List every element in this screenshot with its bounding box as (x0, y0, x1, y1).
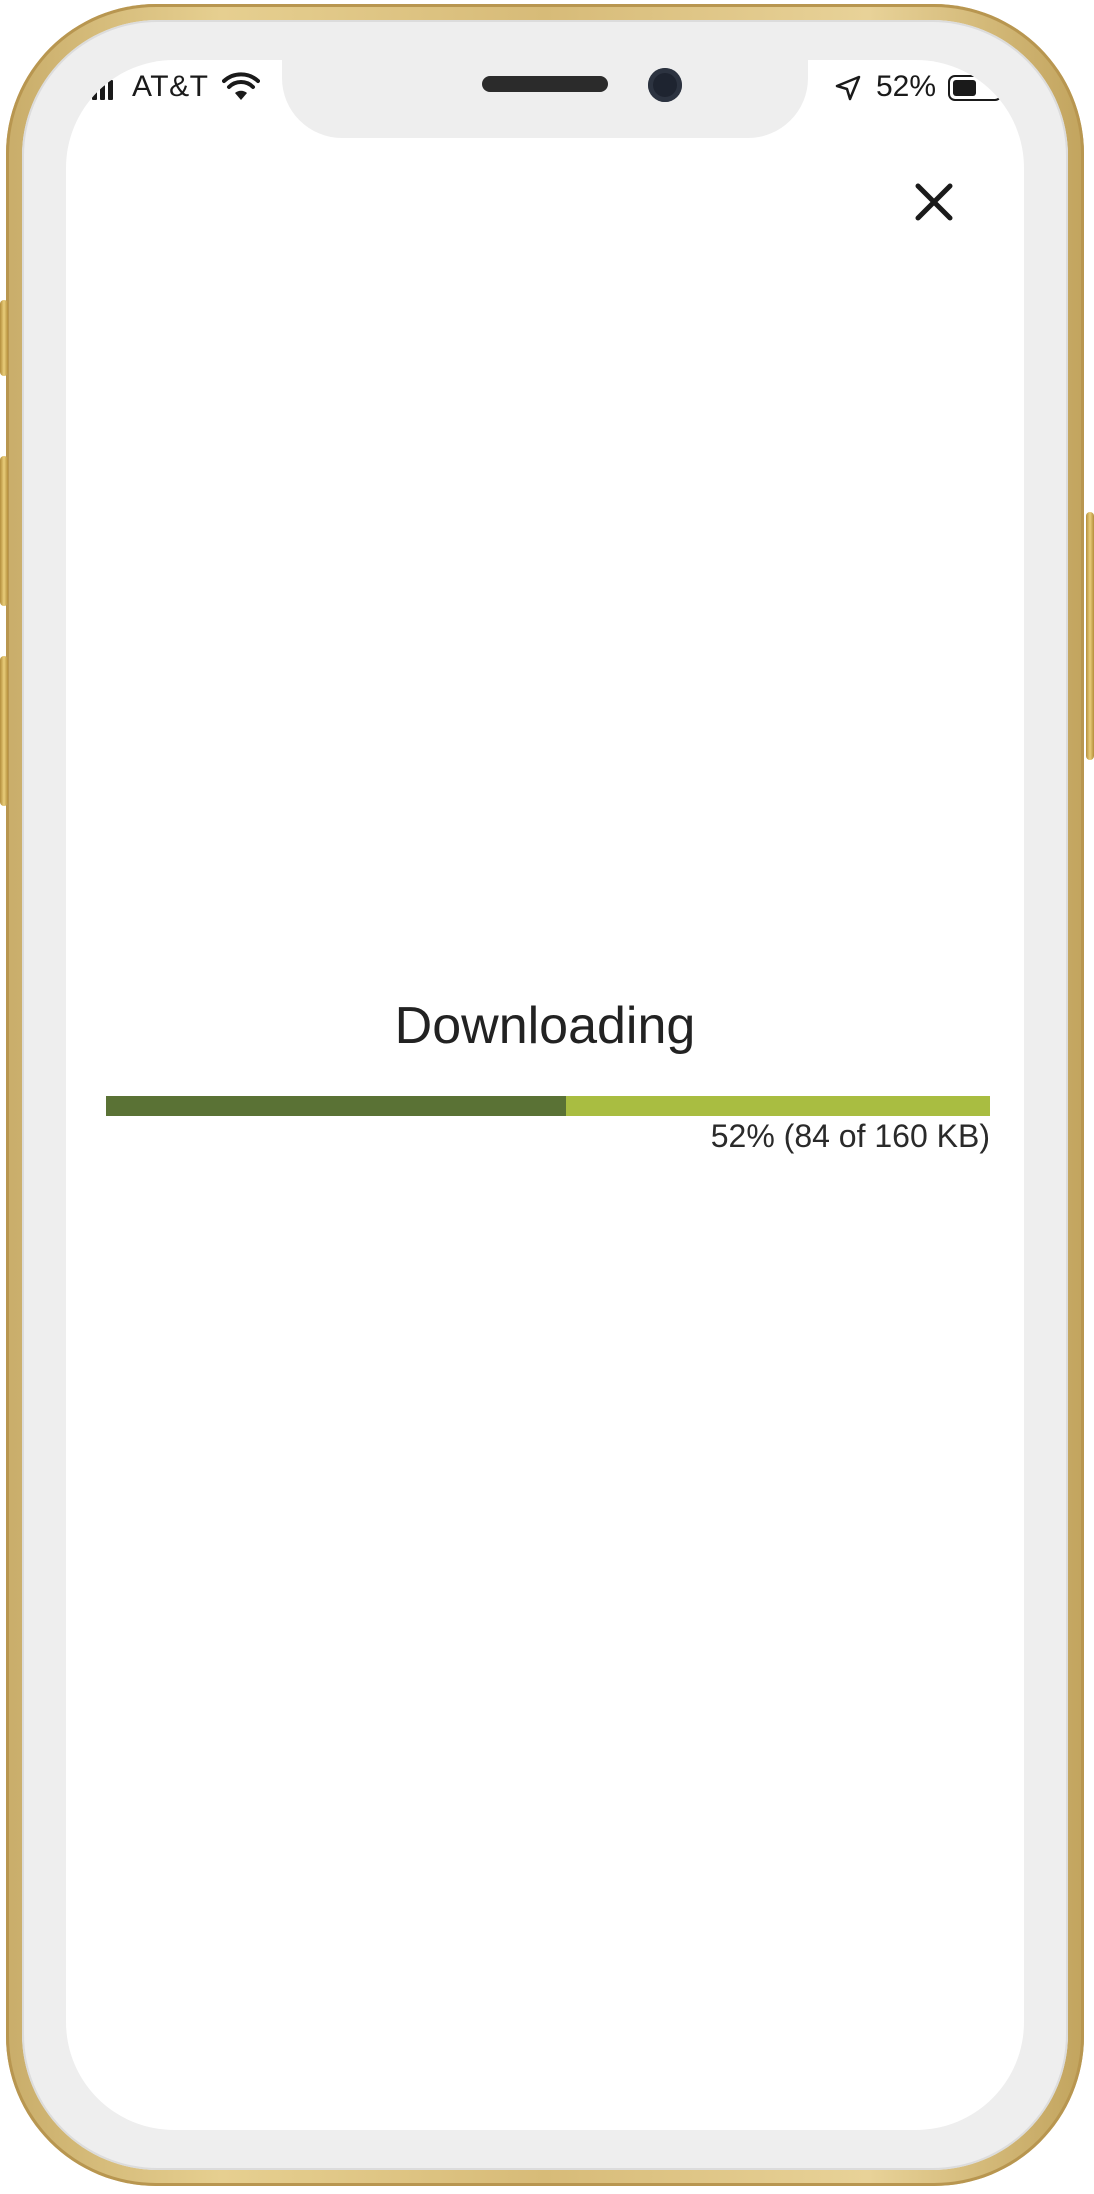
download-progress-label: 52% (84 of 160 KB) (710, 1118, 990, 1154)
download-progress-bar (106, 1096, 990, 1116)
power-button (1086, 512, 1094, 760)
download-title: Downloading (394, 997, 696, 1055)
signal-icon (92, 78, 113, 100)
battery-icon (948, 75, 1002, 101)
location-arrow-icon (835, 75, 861, 101)
carrier-label: AT&T (132, 70, 209, 103)
battery-level-fill (953, 80, 976, 96)
download-progress-fill (106, 1096, 566, 1116)
wifi-icon (222, 72, 260, 100)
close-button[interactable] (904, 172, 964, 232)
device-mockup: AT&T 52% Downloading 52% (84 of 160 KB) (0, 0, 1094, 2194)
battery-percentage: 52% (876, 70, 937, 103)
volume-up-button (0, 456, 8, 606)
volume-down-button (0, 656, 8, 806)
status-bar: AT&T 52% (66, 60, 1024, 120)
mute-switch (0, 300, 8, 376)
screen: AT&T 52% Downloading 52% (84 of 160 KB) (66, 60, 1024, 2130)
close-icon (915, 183, 953, 221)
